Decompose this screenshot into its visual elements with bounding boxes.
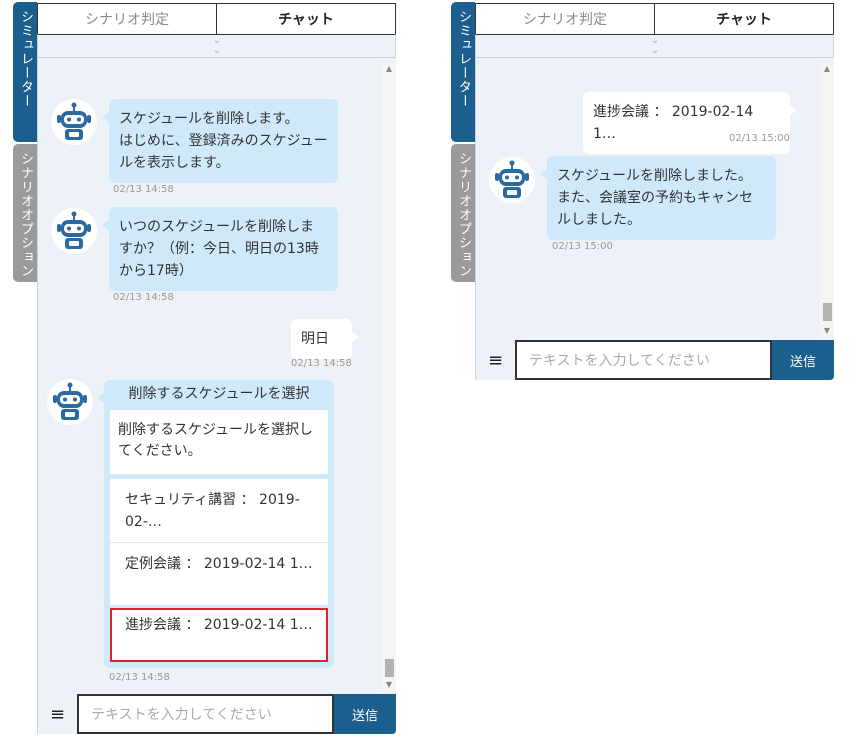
message-input[interactable]: テキストを入力してください	[77, 694, 334, 734]
bot-message-text: スケジュールを削除しました。 また、会議室の予約もキャンセルしました。	[557, 168, 753, 228]
chat-area: 進捗会議 ： 2019-02-14 1… 02/13 15:00 スケジュールを…	[475, 58, 834, 340]
bot-message-bubble: スケジュールを削除します。 はじめに、登録済みのスケジュールを表示します。	[102, 99, 338, 183]
user-message-text: 明日	[301, 331, 329, 347]
menu-icon[interactable]: ≡	[475, 340, 515, 380]
side-tab-scenario-option[interactable]: シナリオオプション	[13, 144, 37, 282]
side-tab-simulator[interactable]: シミュレーター	[451, 2, 475, 142]
robot-icon	[53, 382, 87, 420]
tab-scenario[interactable]: シナリオ判定	[476, 4, 654, 34]
tab-bar: シナリオ判定 チャット	[37, 3, 396, 34]
schedule-select-card: 削除するスケジュールを選択 削除するスケジュールを選択してください。 セキュリテ…	[97, 380, 334, 668]
side-tab-scenario-option[interactable]: シナリオオプション	[451, 144, 475, 282]
collapse-bar[interactable]: ⌄ ⌄	[475, 34, 834, 58]
message-timestamp: 02/13 14:58	[291, 358, 352, 369]
message-timestamp: 02/13 15:00	[729, 133, 790, 144]
input-bar: ≡ テキストを入力してください 送信	[475, 340, 834, 380]
bot-message-text: スケジュールを削除します。 はじめに、登録済みのスケジュールを表示します。	[119, 111, 328, 171]
user-message-bubble: 明日	[291, 319, 359, 359]
send-button[interactable]: 送信	[334, 694, 396, 734]
scroll-up-icon[interactable]: ▲	[382, 63, 396, 75]
side-tab-scenario-option-label: シナリオオプション	[18, 152, 33, 278]
chat-area: スケジュールを削除します。 はじめに、登録済みのスケジュールを表示します。 02…	[37, 58, 396, 694]
right-chat-panel: シナリオ判定 チャット ⌄ ⌄ 進捗会議 ： 2019-02-14 1… 02/1…	[475, 3, 834, 381]
scrollbar-thumb[interactable]	[823, 303, 832, 321]
card-description: 削除するスケジュールを選択してください。	[110, 410, 328, 474]
double-chevron-down-icon: ⌄ ⌄	[212, 35, 221, 56]
send-button[interactable]: 送信	[772, 340, 834, 380]
bot-avatar	[489, 157, 535, 203]
input-bar: ≡ テキストを入力してください 送信	[37, 694, 396, 734]
side-tab-simulator-label: シミュレーター	[18, 10, 33, 108]
bot-avatar	[47, 379, 93, 425]
schedule-option[interactable]: 定例会議 ： 2019-02-14 1…	[110, 542, 328, 605]
schedule-option[interactable]: セキュリティ講習 ： 2019-02-…	[110, 479, 328, 542]
scroll-down-icon[interactable]: ▼	[382, 679, 396, 691]
tab-chat[interactable]: チャット	[216, 4, 395, 34]
robot-icon	[495, 160, 529, 198]
card-title: 削除するスケジュールを選択	[128, 386, 310, 402]
chat-scrollbar[interactable]: ▲ ▼	[382, 63, 396, 691]
bot-message-bubble: いつのスケジュールを削除しますか？（例：今日、明日の13時から17時）	[102, 207, 338, 291]
chat-scrollbar[interactable]: ▲ ▼	[820, 63, 834, 337]
side-tab-simulator-label: シミュレーター	[456, 10, 471, 108]
side-tab-scenario-option-label: シナリオオプション	[456, 152, 471, 278]
tab-chat[interactable]: チャット	[654, 4, 833, 34]
message-timestamp: 02/13 14:58	[113, 292, 174, 303]
double-chevron-down-icon: ⌄ ⌄	[650, 35, 659, 56]
schedule-option-selected[interactable]: 進捗会議 ： 2019-02-14 1…	[110, 608, 328, 662]
tab-bar: シナリオ判定 チャット	[475, 3, 834, 34]
tab-scenario[interactable]: シナリオ判定	[38, 4, 216, 34]
scroll-down-icon[interactable]: ▼	[820, 325, 834, 337]
collapse-bar[interactable]: ⌄ ⌄	[37, 34, 396, 58]
left-chat-panel: シナリオ判定 チャット ⌄ ⌄ スケジュールを削除します。 はじめに、登録済みのス…	[37, 3, 396, 734]
bot-avatar	[51, 208, 97, 254]
menu-icon[interactable]: ≡	[37, 694, 77, 734]
message-timestamp: 02/13 14:58	[109, 672, 170, 683]
message-timestamp: 02/13 14:58	[113, 184, 174, 195]
message-input[interactable]: テキストを入力してください	[515, 340, 772, 380]
bot-message-text: いつのスケジュールを削除しますか？（例：今日、明日の13時から17時）	[119, 219, 319, 279]
side-tab-simulator[interactable]: シミュレーター	[13, 2, 37, 142]
bot-message-bubble: スケジュールを削除しました。 また、会議室の予約もキャンセルしました。	[540, 156, 776, 240]
robot-icon	[57, 211, 91, 249]
message-timestamp: 02/13 15:00	[552, 241, 613, 252]
user-message-bubble: 進捗会議 ： 2019-02-14 1…	[583, 92, 797, 154]
scroll-up-icon[interactable]: ▲	[820, 63, 834, 75]
bot-avatar	[51, 99, 97, 145]
scrollbar-thumb[interactable]	[385, 659, 394, 677]
robot-icon	[57, 102, 91, 140]
